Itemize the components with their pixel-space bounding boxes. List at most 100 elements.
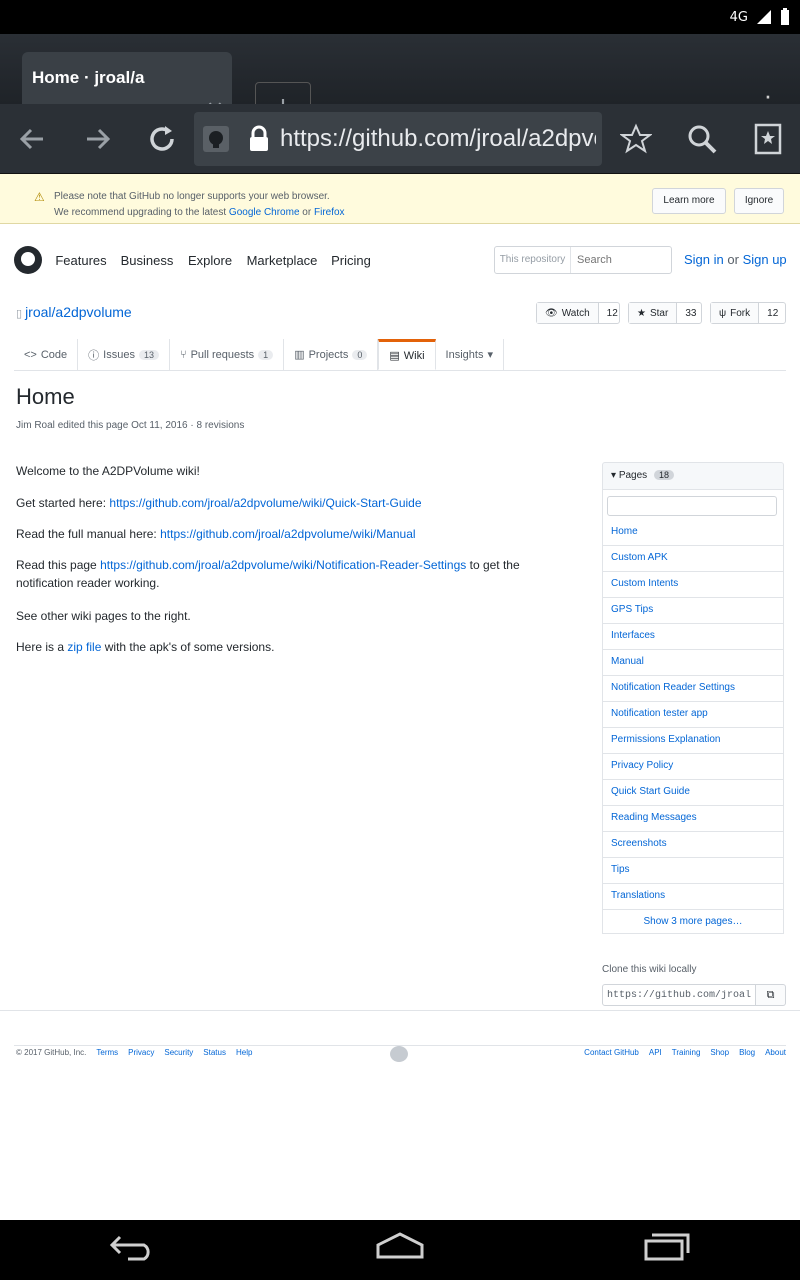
wiki-paragraph: Read this page https://github.com/jroal/… <box>16 558 520 590</box>
unsupported-browser-banner: ⚠ Please note that GitHub no longer supp… <box>0 174 800 224</box>
manual-link[interactable]: https://github.com/jroal/a2dpvolume/wiki… <box>160 527 415 541</box>
repo-tabs: <> Code ⓘ Issues 13 ⑂ Pull requests 1 ▥ Proj… <box>14 339 786 371</box>
back-arrow-icon[interactable] <box>0 104 64 174</box>
search-input[interactable] <box>571 247 671 273</box>
footer-link-terms[interactable]: Terms <box>96 1048 118 1057</box>
wiki-paragraph: Welcome to the A2DPVolume wiki! <box>16 464 200 478</box>
wiki-paragraph: Read the full manual here: https://githu… <box>16 527 416 541</box>
show-more-pages-link[interactable]: Show 3 more pages… <box>602 910 784 934</box>
sidebar-item-screenshots[interactable]: Screenshots <box>602 832 784 858</box>
fork-icon: ψ <box>719 307 727 319</box>
nav-pricing[interactable]: Pricing <box>330 246 372 274</box>
firefox-link[interactable]: Firefox <box>314 207 345 218</box>
sidebar-item-notification-reader-settings[interactable]: Notification Reader Settings <box>602 676 784 702</box>
footer-link-help[interactable]: Help <box>236 1048 252 1057</box>
repo-name-link[interactable]: jroal/a2dpvolume <box>25 304 132 320</box>
tab-projects[interactable]: ▥ Projects 0 <box>284 339 379 370</box>
site-header: Features Business Explore Marketplace Pr… <box>0 244 800 284</box>
tab-insights[interactable]: Insights ▾ <box>436 339 504 370</box>
sidebar-item-translations[interactable]: Translations <box>602 884 784 910</box>
pull-request-icon: ⑂ <box>179 348 187 361</box>
sidebar-item-privacy-policy[interactable]: Privacy Policy <box>602 754 784 780</box>
repo-icon: ▯ <box>16 308 23 320</box>
search-scope-label: This repository <box>495 247 571 273</box>
pages-sidebar: ▾ Pages 18 Home Custom APK Custom Intent… <box>602 462 784 934</box>
edit-date: Oct 11, 2016 <box>131 420 188 431</box>
pages-heading[interactable]: ▾ Pages 18 <box>602 462 784 490</box>
tab-issues[interactable]: ⓘ Issues 13 <box>78 339 170 370</box>
tab-wiki[interactable]: ▤ Wiki <box>378 339 436 370</box>
footer-link-blog[interactable]: Blog <box>739 1048 755 1057</box>
network-label: 4G <box>729 9 748 25</box>
revisions-link[interactable]: 8 revisions <box>197 420 245 431</box>
sidebar-item-interfaces[interactable]: Interfaces <box>602 624 784 650</box>
address-bar[interactable]: https://github.com/jroal/a2dpvolume/wiki <box>194 112 602 166</box>
footer-links: © 2017 GitHub, Inc. Terms Privacy Securi… <box>14 1045 786 1093</box>
recent-apps-icon[interactable] <box>642 1231 692 1269</box>
footer-link-api[interactable]: API <box>649 1048 662 1057</box>
sign-in-link[interactable]: Sign in <box>684 252 724 267</box>
nav-features[interactable]: Features <box>55 246 106 274</box>
fork-count: 12 <box>767 307 779 319</box>
signal-icon <box>757 10 771 24</box>
footer-left: © 2017 GitHub, Inc. Terms Privacy Securi… <box>16 1048 252 1057</box>
sidebar-item-tips[interactable]: Tips <box>602 858 784 884</box>
footer-link-about[interactable]: About <box>765 1048 786 1057</box>
nav-business[interactable]: Business <box>120 246 174 274</box>
tab-pull-requests[interactable]: ⑂ Pull requests 1 <box>170 339 285 370</box>
sidebar-item-notification-tester-app[interactable]: Notification tester app <box>602 702 784 728</box>
reload-icon[interactable] <box>130 104 194 174</box>
forward-arrow-icon[interactable] <box>66 104 130 174</box>
browser-toolbar: https://github.com/jroal/a2dpvolume/wiki <box>0 104 800 174</box>
sidebar-item-reading-messages[interactable]: Reading Messages <box>602 806 784 832</box>
book-icon: ▤ <box>389 350 400 362</box>
nav-explore[interactable]: Explore <box>188 246 232 274</box>
notification-settings-link[interactable]: https://github.com/jroal/a2dpvolume/wiki… <box>100 558 466 572</box>
pages-count: 18 <box>653 470 674 480</box>
url-text[interactable]: https://github.com/jroal/a2dpvolume/wiki <box>280 125 596 153</box>
sidebar-item-custom-intents[interactable]: Custom Intents <box>602 572 784 598</box>
project-icon: ▥ <box>294 349 305 361</box>
sidebar-item-home[interactable]: Home <box>602 520 784 546</box>
wiki-paragraph: Get started here: https://github.com/jro… <box>16 496 422 510</box>
quick-start-link[interactable]: https://github.com/jroal/a2dpvolume/wiki… <box>109 496 421 510</box>
sidebar-item-permissions-explanation[interactable]: Permissions Explanation <box>602 728 784 754</box>
tab-code[interactable]: <> Code <box>14 339 79 370</box>
home-icon[interactable] <box>375 1231 425 1269</box>
star-icon: ★ <box>637 307 646 319</box>
learn-more-button[interactable]: Learn more <box>652 188 726 214</box>
tab-strip: Home · jroal/a × + ··· <box>0 34 800 132</box>
clipboard-icon[interactable]: ⧉ <box>756 984 786 1006</box>
sidebar-item-gps-tips[interactable]: GPS Tips <box>602 598 784 624</box>
footer-link-contact[interactable]: Contact GitHub <box>584 1048 639 1057</box>
google-chrome-link[interactable]: Google Chrome <box>229 207 300 218</box>
sign-up-link[interactable]: Sign up <box>743 252 787 267</box>
repo-search: This repository <box>494 246 672 274</box>
clone-label: Clone this wiki locally <box>602 964 697 975</box>
pages-filter-input[interactable] <box>607 495 777 516</box>
github-mark-icon[interactable] <box>390 1046 408 1062</box>
wiki-paragraph: See other wiki pages to the right. <box>16 609 191 623</box>
star-button[interactable]: ★ Star 33 <box>628 302 702 324</box>
footer-link-security[interactable]: Security <box>164 1048 193 1057</box>
author-name: Jim Roal <box>16 420 55 431</box>
sidebar-item-manual[interactable]: Manual <box>602 650 784 676</box>
github-logo-icon[interactable] <box>14 246 42 274</box>
footer-link-training[interactable]: Training <box>672 1048 701 1057</box>
bookmarks-icon[interactable] <box>736 104 800 174</box>
zip-file-link[interactable]: zip file <box>67 640 101 654</box>
nav-marketplace[interactable]: Marketplace <box>246 246 318 274</box>
footer-link-shop[interactable]: Shop <box>710 1048 729 1057</box>
ignore-button[interactable]: Ignore <box>734 188 784 214</box>
back-icon[interactable] <box>108 1231 158 1269</box>
footer-link-status[interactable]: Status <box>203 1048 226 1057</box>
search-icon[interactable] <box>670 104 734 174</box>
tab-title: Home · jroal/a <box>32 68 145 87</box>
clone-url-field[interactable] <box>602 984 756 1006</box>
watch-button[interactable]: 👁 Watch 12 <box>536 302 620 324</box>
bookmark-star-icon[interactable] <box>604 104 668 174</box>
fork-button[interactable]: ψ Fork 12 <box>710 302 786 324</box>
sidebar-item-quick-start-guide[interactable]: Quick Start Guide <box>602 780 784 806</box>
footer-link-privacy[interactable]: Privacy <box>128 1048 154 1057</box>
sidebar-item-custom-apk[interactable]: Custom APK <box>602 546 784 572</box>
